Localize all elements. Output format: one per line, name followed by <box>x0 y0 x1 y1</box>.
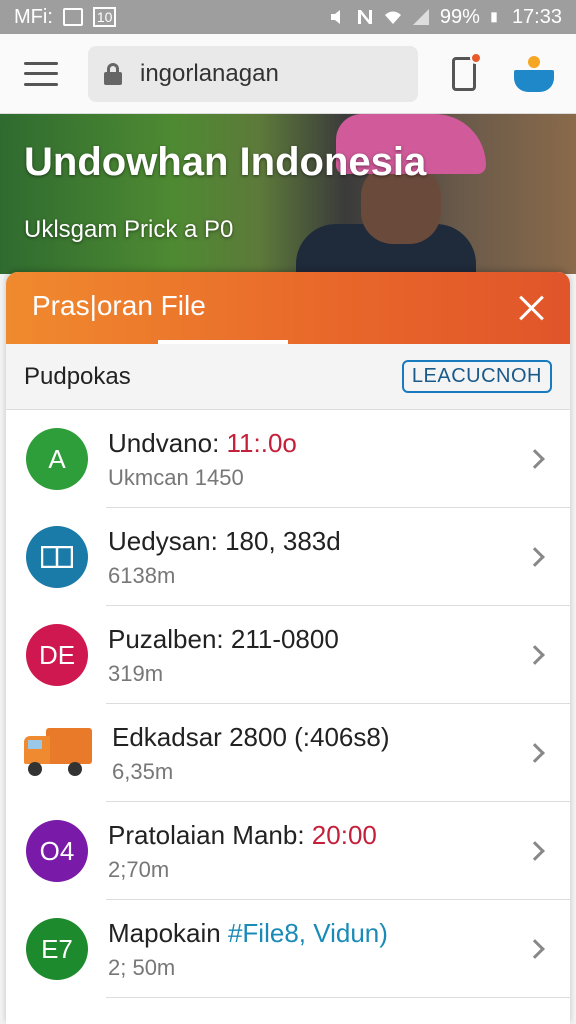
item-title-text: Undvano: <box>108 427 227 458</box>
notification-icon <box>62 8 83 26</box>
notification-badge: 10 <box>92 7 117 27</box>
file-list: A Undvano: 11:.0o Ukmcan 1450 Uedysan: 180,… <box>6 410 570 998</box>
item-text: Pratolaian Manb: 20:00 2;70m <box>108 820 528 883</box>
chevron-right-icon[interactable] <box>525 645 545 665</box>
item-subtitle: 6138m <box>108 562 176 588</box>
status-bar: MFi: 10 99% 17:33 <box>0 0 576 34</box>
menu-icon[interactable] <box>24 61 58 86</box>
item-subtitle: Ukmcan 1450 <box>108 464 244 490</box>
item-title-text: Edkadsar 2800 (:406s8) <box>112 721 390 752</box>
item-subtitle: 6,35m <box>112 758 174 784</box>
chevron-right-icon[interactable] <box>525 939 545 959</box>
hero-photo <box>276 114 496 274</box>
avatar: A <box>26 428 88 490</box>
hero-subtitle: Uklsgam Prick a P0 <box>24 216 234 243</box>
browser-toolbar: ingorlanagan <box>0 34 576 114</box>
item-subtitle: 2;70m <box>108 856 170 882</box>
sheet-header: Pras|oran File <box>6 272 570 344</box>
close-icon[interactable] <box>518 294 546 322</box>
chevron-right-icon[interactable] <box>525 449 545 469</box>
lock-icon <box>104 62 122 85</box>
tab-indicator <box>158 340 288 344</box>
list-item[interactable]: O4 Pratolaian Manb: 20:00 2;70m <box>6 802 570 900</box>
chevron-right-icon[interactable] <box>525 743 545 763</box>
item-title: Puzalben: 211-0800 <box>108 624 528 655</box>
mute-icon <box>330 10 340 24</box>
sheet-title: Pras|oran File <box>32 290 206 321</box>
item-text: Edkadsar 2800 (:406s8) 6,35m <box>112 722 528 785</box>
avatar: E7 <box>26 918 88 980</box>
item-title-text: Mapokain <box>108 917 228 948</box>
item-title-highlight: #File8, Vidun) <box>227 917 388 948</box>
no-signal-icon <box>357 10 372 24</box>
section-header: Pudpokas LEACUCNOH <box>6 344 570 410</box>
item-title-text: Uedysan: 180, 383d <box>108 525 341 556</box>
item-subtitle: 319m <box>108 660 164 686</box>
item-title-highlight: 20:00 <box>311 819 377 850</box>
wifi-icon <box>384 11 401 24</box>
file-sheet: Pras|oran File Pudpokas LEACUCNOH A Undva… <box>6 272 570 1024</box>
item-title-highlight: 11:.0o <box>226 427 297 458</box>
hero-banner: Undowhan Indonesia Uklsgam Prick a P0 <box>0 114 576 274</box>
list-item[interactable]: E7 Mapokain #File8, Vidun) 2; 50m <box>6 900 570 998</box>
item-title: Mapokain #File8, Vidun) <box>108 918 528 949</box>
avatar: DE <box>26 624 88 686</box>
tab-switcher-icon[interactable] <box>452 51 482 91</box>
item-text: Puzalben: 211-0800 319m <box>108 624 528 687</box>
item-title-text: Puzalben: 211-0800 <box>108 623 339 654</box>
address-bar[interactable]: ingorlanagan <box>88 45 418 102</box>
list-item[interactable]: Uedysan: 180, 383d 6138m <box>6 508 570 606</box>
truck-icon <box>22 722 92 784</box>
carrier-label: MFi: <box>14 5 53 28</box>
item-text: Mapokain #File8, Vidun) 2; 50m <box>108 918 528 981</box>
battery-level: 99% <box>439 5 480 28</box>
section-action-button[interactable]: LEACUCNOH <box>401 360 552 393</box>
list-item[interactable]: A Undvano: 11:.0o Ukmcan 1450 <box>6 410 570 508</box>
basket-icon[interactable] <box>514 55 554 92</box>
item-title-text: Pratolaian Manb: <box>108 819 312 850</box>
avatar: O4 <box>26 820 88 882</box>
battery-icon <box>491 12 497 23</box>
clock: 17:33 <box>511 5 562 28</box>
list-item[interactable]: Edkadsar 2800 (:406s8) 6,35m <box>6 704 570 802</box>
item-text: Undvano: 11:.0o Ukmcan 1450 <box>108 428 528 491</box>
chevron-right-icon[interactable] <box>525 841 545 861</box>
item-title: Uedysan: 180, 383d <box>108 526 528 557</box>
section-title: Pudpokas <box>24 362 131 390</box>
chevron-right-icon[interactable] <box>525 547 545 567</box>
item-title: Pratolaian Manb: 20:00 <box>108 820 528 851</box>
item-subtitle: 2; 50m <box>108 954 176 980</box>
url-text: ingorlanagan <box>140 59 279 87</box>
window-icon <box>26 526 88 588</box>
item-title: Edkadsar 2800 (:406s8) <box>112 722 528 753</box>
cell-signal-icon <box>412 9 429 25</box>
hero-title: Undowhan Indonesia <box>24 140 427 184</box>
item-text: Uedysan: 180, 383d 6138m <box>108 526 528 589</box>
list-item[interactable]: DE Puzalben: 211-0800 319m <box>6 606 570 704</box>
item-title: Undvano: 11:.0o <box>108 428 528 459</box>
